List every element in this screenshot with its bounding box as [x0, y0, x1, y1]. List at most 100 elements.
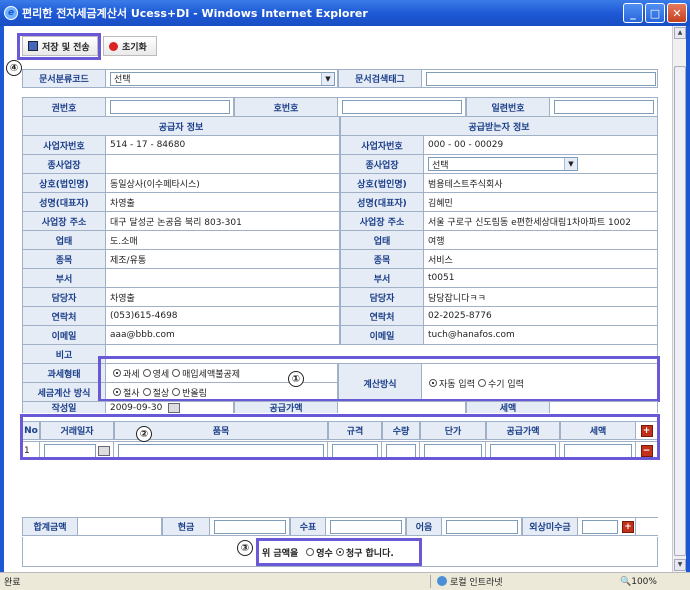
buyer-field-value[interactable]: 여행: [428, 234, 445, 247]
annotation-box-3: [256, 538, 422, 566]
buyer-field-value[interactable]: t0051: [428, 273, 454, 283]
annotation-marker-4: ④: [6, 60, 22, 76]
annotation-box-2: [20, 414, 660, 460]
add-total-icon[interactable]: +: [622, 520, 634, 533]
supplier-field-value[interactable]: 514 - 17 - 84680: [110, 140, 185, 150]
buyer-field-label: 담당자: [340, 288, 424, 306]
doc-class-select[interactable]: 선택 ▼: [110, 71, 335, 86]
scroll-thumb[interactable]: [674, 66, 686, 556]
check-label: 수표: [290, 518, 326, 535]
party-row: 담당자 차영출 담당자 담당잡니다ㅋㅋ: [22, 287, 658, 306]
supplier-field-value[interactable]: 차영출: [110, 291, 135, 304]
party-row: 이메일 aaa@bbb.com 이메일 tuch@hanafos.com: [22, 325, 658, 344]
ie-icon: e: [4, 6, 18, 20]
scroll-down-arrow[interactable]: ▼: [674, 559, 686, 571]
party-row: 종목 제조/유통 종목 서비스: [22, 249, 658, 268]
buyer-field-value[interactable]: 서비스: [428, 253, 453, 266]
tax-method-label: 세금계산 방식: [22, 383, 106, 401]
supplier-field-value[interactable]: 대구 달성군 논공읍 북리 803-301: [110, 215, 242, 228]
party-row: 상호(법인명) 동일상사(이수페타시스) 상호(법인명) 범용테스트주식회사: [22, 173, 658, 192]
vol-input[interactable]: [110, 100, 230, 114]
supplier-field-value[interactable]: (053)615-4698: [110, 311, 178, 321]
supplier-field-label: 사업장 주소: [22, 212, 106, 230]
supply-label: 공급가액: [234, 402, 338, 413]
reset-icon: [109, 41, 118, 51]
date-value[interactable]: 2009-09-30: [110, 403, 162, 413]
buyer-field-value[interactable]: 담당잡니다ㅋㅋ: [428, 291, 486, 304]
buyer-field-label: 연락처: [340, 307, 424, 325]
buyer-field-label: 성명(대표자): [340, 193, 424, 211]
supplier-field-value[interactable]: 제조/유통: [110, 253, 146, 266]
buyer-field-value[interactable]: 서울 구로구 신도림동 e편한세상대림1차아파트 1002: [428, 215, 631, 228]
bill-label: 어음: [406, 518, 442, 535]
serial-label: 일련번호: [466, 98, 550, 116]
calendar-icon[interactable]: [168, 402, 181, 413]
chevron-down-icon: ▼: [321, 72, 334, 85]
globe-icon: [437, 576, 447, 586]
supplier-field-label: 사업자번호: [22, 136, 106, 154]
maximize-button[interactable]: □: [645, 3, 665, 23]
supplier-field-value[interactable]: 도.소매: [110, 234, 138, 247]
credit-label: 외상미수금: [522, 518, 578, 535]
cash-label: 현금: [162, 518, 210, 535]
buyer-field-label: 이메일: [340, 326, 424, 344]
book-number-row: 권번호 호번호 일련번호: [22, 97, 658, 116]
window-title: 편리한 전자세금계산서 Ucess+DI - Windows Internet …: [22, 7, 368, 20]
party-row: 사업장 주소 대구 달성군 논공읍 북리 803-301 사업장 주소 서울 구…: [22, 211, 658, 230]
supplier-field-value[interactable]: 동일상사(이수페타시스): [110, 177, 200, 190]
annotation-box-1: [98, 356, 660, 402]
reset-button[interactable]: 초기화: [103, 36, 157, 56]
zoom-control[interactable]: 🔍100%: [620, 577, 657, 587]
vertical-scrollbar[interactable]: ▲ ▼: [672, 26, 686, 572]
vol-label: 권번호: [22, 98, 106, 116]
serial-input[interactable]: [554, 100, 654, 114]
supplier-field-value[interactable]: 차영출: [110, 196, 135, 209]
cash-input[interactable]: [214, 519, 286, 534]
no-input[interactable]: [342, 100, 462, 114]
buyer-field-label: 업태: [340, 231, 424, 249]
buyer-branch-select[interactable]: 선택 ▼: [428, 157, 578, 171]
status-text: 완료: [4, 578, 21, 588]
buyer-field-value[interactable]: 범용테스트주식회사: [428, 177, 503, 190]
annotation-marker-3: ③: [237, 540, 253, 556]
supplier-field-label: 상호(법인명): [22, 174, 106, 192]
party-row: 업태 도.소매 업태 여행: [22, 230, 658, 249]
party-row: 사업자번호 514 - 17 - 84680 사업자번호 000 - 00 - …: [22, 135, 658, 154]
scroll-up-arrow[interactable]: ▲: [674, 27, 686, 39]
check-input[interactable]: [330, 519, 402, 534]
buyer-field-value[interactable]: 김혜민: [428, 196, 453, 209]
supplier-field-label: 종목: [22, 250, 106, 268]
no-label: 호번호: [234, 98, 338, 116]
memo-label: 비고: [22, 345, 106, 363]
chevron-down-icon: ▼: [564, 158, 577, 170]
credit-input[interactable]: [582, 519, 618, 534]
doc-search-input[interactable]: [426, 71, 656, 86]
supplier-field-label: 업태: [22, 231, 106, 249]
buyer-field-label: 사업자번호: [340, 136, 424, 154]
party-row: 종사업장 종사업장 선택 ▼: [22, 154, 658, 173]
buyer-header: 공급받는자 정보: [340, 117, 658, 135]
tax-type-label: 과세형태: [22, 364, 106, 382]
supplier-field-label: 부서: [22, 269, 106, 287]
buyer-field-value[interactable]: 000 - 00 - 00029: [428, 140, 503, 150]
supplier-field-label: 성명(대표자): [22, 193, 106, 211]
party-row: 연락처 (053)615-4698 연락처 02-2025-8776: [22, 306, 658, 325]
bill-input[interactable]: [446, 519, 518, 534]
buyer-field-value[interactable]: 02-2025-8776: [428, 311, 492, 321]
buyer-field-label: 종목: [340, 250, 424, 268]
buyer-field-label: 부서: [340, 269, 424, 287]
status-bar: 완료 로컬 인트라넷 🔍100%: [0, 572, 690, 590]
supplier-field-label: 종사업장: [22, 155, 106, 173]
annotation-marker-1: ①: [288, 371, 304, 387]
totals-row: 합계금액 현금 수표 어음 외상미수금 +: [22, 517, 658, 536]
supplier-field-label: 담당자: [22, 288, 106, 306]
supplier-header: 공급자 정보: [22, 117, 340, 135]
supplier-field-value[interactable]: aaa@bbb.com: [110, 330, 175, 340]
annotation-marker-2: ②: [136, 426, 152, 442]
annotation-box-4: [17, 33, 101, 60]
buyer-field-value[interactable]: tuch@hanafos.com: [428, 330, 515, 340]
minimize-button[interactable]: _: [623, 3, 643, 23]
party-row: 부서 부서 t0051: [22, 268, 658, 287]
buyer-field-label: 상호(법인명): [340, 174, 424, 192]
close-button[interactable]: ✕: [667, 3, 687, 23]
